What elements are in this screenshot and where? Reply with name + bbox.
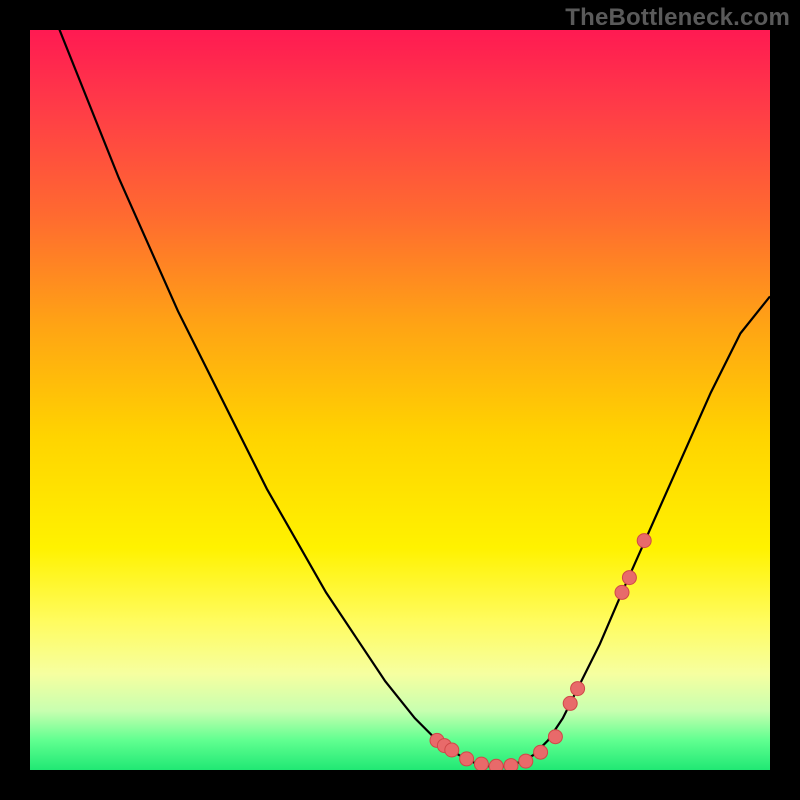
gradient-plot-area (30, 30, 770, 770)
chart-container: TheBottleneck.com (0, 0, 800, 800)
watermark-text: TheBottleneck.com (565, 4, 790, 32)
